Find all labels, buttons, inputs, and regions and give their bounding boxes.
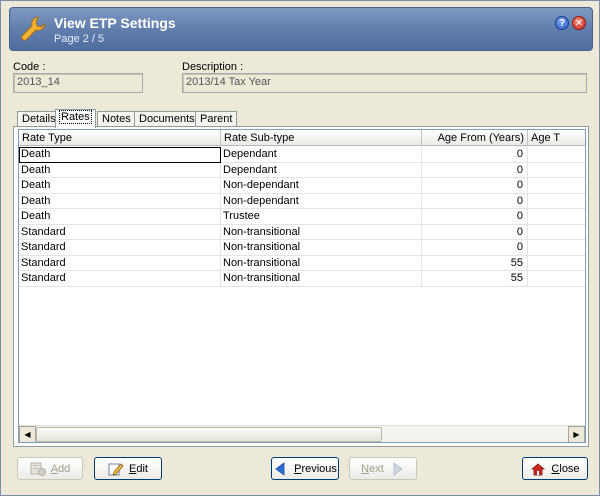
table-row[interactable]: Death Dependant 0	[19, 147, 585, 163]
edit-button[interactable]: Edit	[94, 457, 162, 480]
cell-age-to[interactable]	[528, 194, 585, 209]
description-label: Description :	[182, 61, 244, 73]
table-row[interactable]: Death Dependant 0	[19, 162, 585, 178]
cell-rate-type[interactable]: Standard	[19, 224, 221, 240]
tab-documents[interactable]: Documents	[134, 111, 200, 127]
window-close-button[interactable]: ✕	[572, 16, 586, 30]
cell-age-from[interactable]: 55	[422, 255, 528, 271]
table-row[interactable]: Standard Non-transitional 0	[19, 240, 585, 256]
cell-rate-type[interactable]: Death	[19, 193, 221, 209]
tab-rates[interactable]: Rates	[55, 109, 96, 128]
edit-button-label: dit	[136, 462, 148, 475]
previous-button[interactable]: Previous	[271, 457, 339, 480]
cell-age-from[interactable]: 0	[422, 193, 528, 209]
close-button-label: lose	[559, 462, 580, 475]
cell-age-to[interactable]	[528, 225, 585, 240]
arrow-right-icon	[389, 461, 405, 476]
window-header: View ETP Settings Page 2 / 5 ? ✕	[9, 7, 593, 51]
column-header-age-to[interactable]: Age T	[528, 130, 585, 146]
tab-parent[interactable]: Parent	[195, 111, 238, 127]
edit-pencil-icon	[108, 462, 124, 476]
cell-age-from[interactable]: 55	[422, 271, 528, 287]
add-button[interactable]: Add	[17, 457, 83, 480]
cell-rate-sub-type[interactable]: Non-transitional	[221, 255, 422, 271]
etp-settings-window: View ETP Settings Page 2 / 5 ? ✕ Code : …	[0, 0, 600, 496]
cell-rate-sub-type[interactable]: Non-dependant	[221, 193, 422, 209]
arrow-left-icon	[273, 461, 289, 476]
cell-age-to[interactable]	[528, 209, 585, 225]
table-row[interactable]: Death Trustee 0	[19, 209, 585, 225]
help-button[interactable]: ?	[555, 16, 569, 30]
cell-age-to[interactable]	[528, 271, 585, 287]
window-title: View ETP Settings	[54, 15, 176, 31]
table-row[interactable]: Death Non-dependant 0	[19, 193, 585, 209]
cell-rate-sub-type[interactable]: Non-dependant	[221, 178, 422, 194]
table-row[interactable]: Death Non-dependant 0	[19, 178, 585, 194]
scroll-left-button[interactable]: ◀	[19, 426, 36, 442]
cell-age-from[interactable]: 0	[422, 209, 528, 225]
cell-rate-type[interactable]: Standard	[19, 240, 221, 256]
scroll-right-button[interactable]: ▶	[568, 426, 585, 442]
column-header-rate-sub-type[interactable]: Rate Sub-type	[221, 130, 422, 146]
next-button-mnemonic: N	[361, 462, 370, 475]
next-button[interactable]: Next	[349, 457, 417, 480]
cell-age-to[interactable]	[528, 178, 585, 194]
cell-age-from[interactable]: 0	[422, 147, 528, 163]
horizontal-scrollbar[interactable]: ◀ ▶	[19, 425, 585, 442]
rates-tab-panel: Rate Type Rate Sub-type Age From (Years)…	[13, 126, 589, 447]
cell-rate-type[interactable]: Death	[19, 162, 221, 178]
page-indicator: Page 2 / 5	[54, 33, 105, 45]
wrench-icon	[21, 16, 46, 41]
cell-rate-sub-type[interactable]: Non-transitional	[221, 271, 422, 287]
cell-rate-sub-type[interactable]: Dependant	[221, 147, 422, 163]
grid-header: Rate Type Rate Sub-type Age From (Years)…	[19, 130, 585, 147]
scroll-thumb[interactable]	[36, 427, 382, 442]
column-header-rate-type[interactable]: Rate Type	[19, 130, 221, 146]
exit-icon	[530, 462, 546, 476]
add-button-label: dd	[58, 462, 71, 475]
previous-button-label: revious	[301, 462, 337, 475]
cell-rate-sub-type[interactable]: Non-transitional	[221, 240, 422, 256]
table-row[interactable]: Standard Non-transitional 55	[19, 255, 585, 271]
cell-age-to[interactable]	[528, 147, 585, 163]
cell-age-to[interactable]	[528, 163, 585, 178]
add-button-mnemonic: A	[50, 462, 59, 475]
cell-rate-type[interactable]: Death	[19, 178, 221, 194]
rates-grid[interactable]: Rate Type Rate Sub-type Age From (Years)…	[18, 129, 586, 443]
code-field[interactable]: 2013_14	[13, 73, 143, 93]
tab-notes[interactable]: Notes	[97, 111, 136, 127]
column-header-age-from[interactable]: Age From (Years)	[422, 130, 528, 146]
cell-age-from[interactable]: 0	[422, 162, 528, 178]
code-label: Code :	[13, 61, 46, 73]
cell-rate-sub-type[interactable]: Non-transitional	[221, 224, 422, 240]
table-row[interactable]: Standard Non-transitional 0	[19, 224, 585, 240]
cell-age-from[interactable]: 0	[422, 240, 528, 256]
cell-rate-type[interactable]: Standard	[19, 271, 221, 287]
cell-age-from[interactable]: 0	[422, 224, 528, 240]
cell-rate-sub-type[interactable]: Trustee	[221, 209, 422, 225]
cell-rate-sub-type[interactable]: Dependant	[221, 162, 422, 178]
cell-rate-type[interactable]: Death	[19, 209, 221, 225]
add-record-icon	[30, 462, 46, 476]
table-row[interactable]: Standard Non-transitional 55	[19, 271, 585, 287]
cell-age-to[interactable]	[528, 240, 585, 256]
description-field[interactable]: 2013/14 Tax Year	[182, 73, 587, 93]
cell-rate-type[interactable]: Standard	[19, 255, 221, 271]
cell-age-from[interactable]: 0	[422, 178, 528, 194]
cell-age-to[interactable]	[528, 256, 585, 271]
cell-rate-type[interactable]: Death	[19, 147, 221, 163]
next-button-label: ext	[369, 462, 384, 475]
close-button[interactable]: Close	[522, 457, 588, 480]
